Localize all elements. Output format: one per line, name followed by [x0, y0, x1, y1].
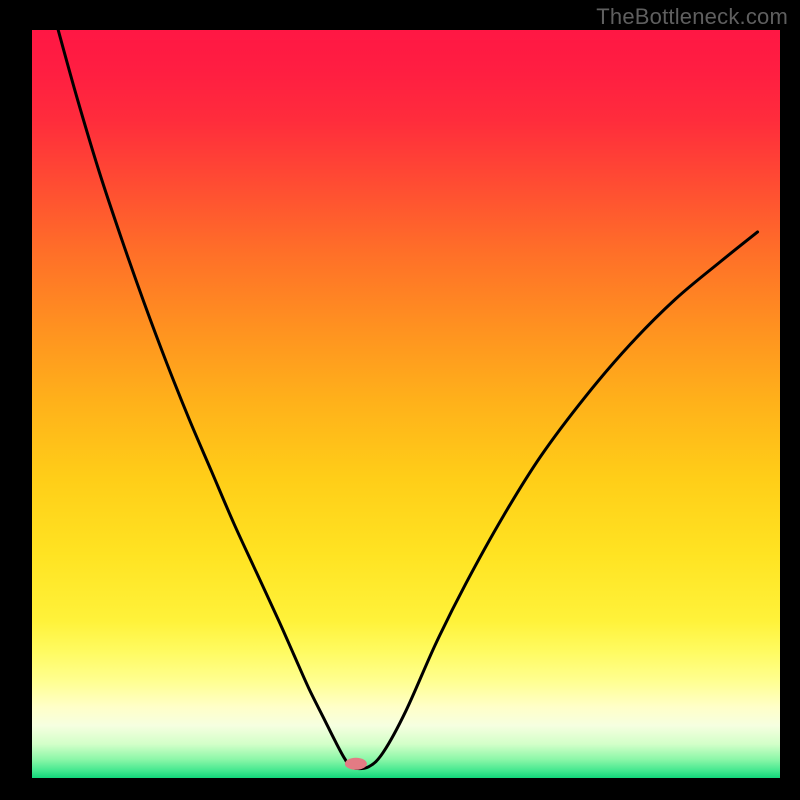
gradient-background — [32, 30, 780, 778]
chart-outer-frame: TheBottleneck.com — [0, 0, 800, 800]
minimum-marker — [345, 758, 367, 770]
bottleneck-chart — [0, 0, 800, 800]
watermark-label: TheBottleneck.com — [596, 4, 788, 30]
